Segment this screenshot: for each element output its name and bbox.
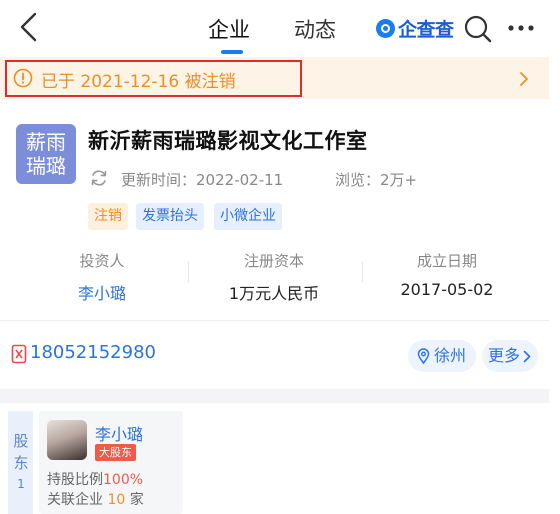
related-companies-label: 关联企业 xyxy=(47,492,103,508)
shareholders-count: 1 xyxy=(17,477,25,491)
shareholding-ratio-value: 100% xyxy=(103,472,144,488)
chevron-right-icon xyxy=(523,350,531,363)
major-shareholder-badge: 大股东 xyxy=(95,444,136,461)
stat-value-registered-capital: 1万元人民币 xyxy=(228,284,320,303)
phone-number-link[interactable]: 18052152980 xyxy=(30,342,156,363)
update-time: 更新时间：2022-02-11 xyxy=(121,169,283,190)
refresh-icon[interactable] xyxy=(89,168,109,188)
company-logo: 薪雨 瑞璐 xyxy=(16,124,76,184)
more-button[interactable]: 更多 xyxy=(482,340,538,372)
active-tab-indicator xyxy=(221,50,243,54)
related-companies: 关联企业 10 家 xyxy=(47,489,144,509)
update-time-value: 2022-02-11 xyxy=(196,171,284,189)
avatar xyxy=(47,420,87,460)
notice-text: 已于 2021-12-16 被注销 xyxy=(41,72,236,92)
brand-link[interactable]: 企查查 xyxy=(376,16,454,41)
shareholders-label: 股东 xyxy=(13,432,29,472)
stat-value-investor[interactable]: 李小璐 xyxy=(52,280,152,304)
related-companies-unit: 家 xyxy=(129,492,144,508)
section-divider xyxy=(0,320,549,321)
company-logo-line2: 瑞璐 xyxy=(26,154,66,178)
more-options-icon[interactable] xyxy=(508,24,534,32)
update-time-label: 更新时间： xyxy=(121,171,197,189)
chevron-right-icon[interactable] xyxy=(518,70,530,88)
more-text: 更多 xyxy=(488,346,521,365)
view-count-value: 2万+ xyxy=(380,171,418,189)
brand-name: 企查查 xyxy=(398,18,454,41)
location-button[interactable]: 徐州 xyxy=(408,340,476,372)
location-text: 徐州 xyxy=(434,346,467,365)
related-companies-count: 10 xyxy=(107,492,126,508)
shareholding-ratio: 持股比例100% xyxy=(47,469,143,489)
company-logo-line1: 薪雨 xyxy=(26,130,66,154)
divider xyxy=(362,262,363,282)
tag-small-micro-enterprise: 小微企业 xyxy=(214,203,282,230)
tab-company[interactable]: 企业 xyxy=(208,14,250,44)
info-icon xyxy=(13,68,33,88)
stat-label-registered-capital: 注册资本 xyxy=(243,252,304,270)
back-arrow-icon[interactable] xyxy=(14,10,44,44)
section-gap xyxy=(0,389,549,403)
tag-invoice-title[interactable]: 发票抬头 xyxy=(136,203,204,230)
top-nav-bar: 企业 动态 企查查 xyxy=(0,0,560,56)
view-count: 浏览：2万+ xyxy=(335,169,417,190)
shareholding-ratio-label: 持股比例 xyxy=(47,472,103,488)
brand-logo-icon xyxy=(376,18,395,38)
stat-label-investor: 投资人 xyxy=(79,252,125,270)
shareholder-name[interactable]: 李小璐 xyxy=(95,421,143,445)
stat-label-founded-date: 成立日期 xyxy=(416,252,477,270)
view-count-label: 浏览： xyxy=(335,171,381,189)
location-pin-icon xyxy=(417,348,430,364)
tab-news[interactable]: 动态 xyxy=(294,14,336,44)
divider xyxy=(188,262,189,282)
phone-icon xyxy=(11,344,27,364)
company-name: 新沂薪雨瑞璐影视文化工作室 xyxy=(88,129,368,153)
tag-deregistered: 注销 xyxy=(88,203,128,230)
stat-value-founded-date: 2017-05-02 xyxy=(400,280,494,299)
search-icon[interactable] xyxy=(464,15,492,43)
